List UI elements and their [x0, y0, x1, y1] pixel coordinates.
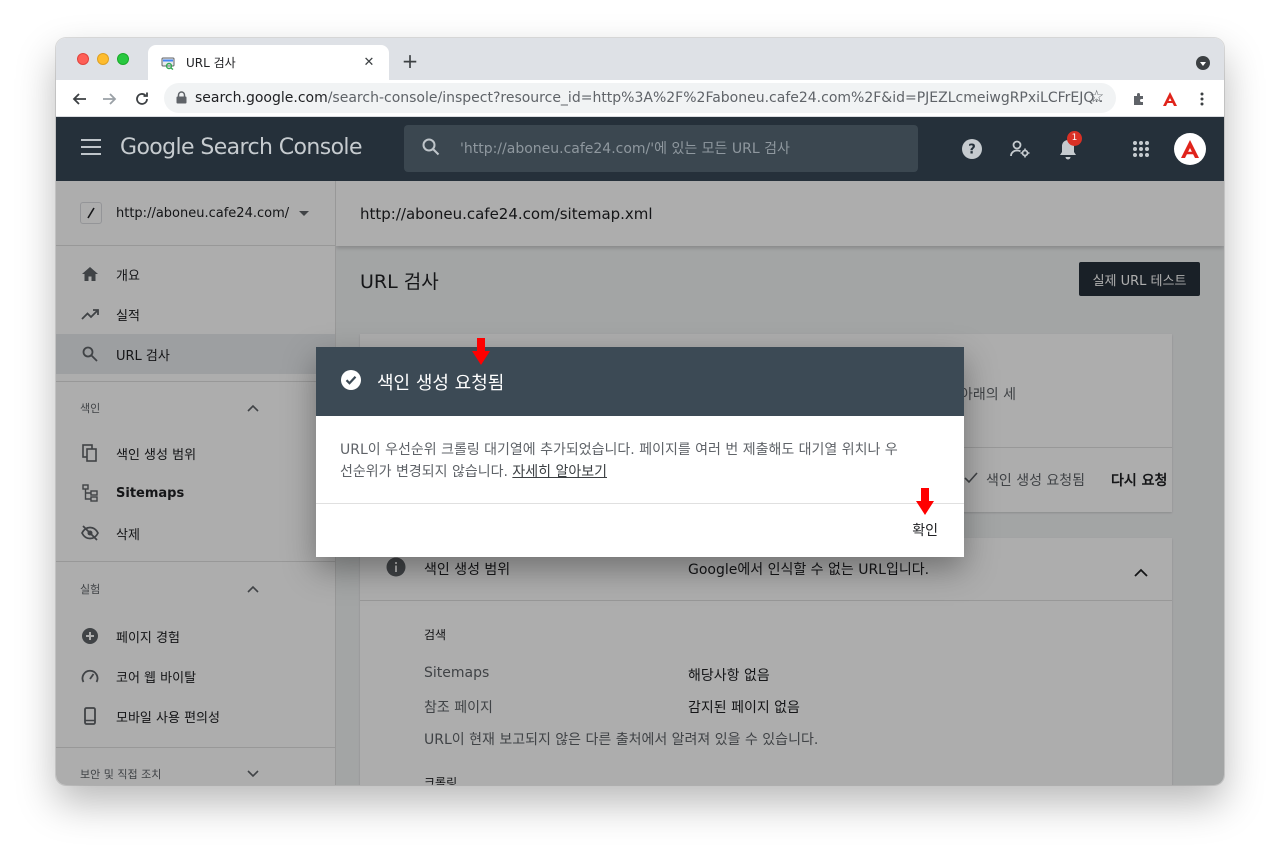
manage-users-icon[interactable] — [1008, 137, 1032, 161]
url-inspect-search[interactable] — [404, 125, 918, 172]
annotation-arrow-icon — [472, 338, 490, 370]
apps-grid-icon[interactable] — [1129, 137, 1153, 161]
tab-strip: URL 검사 ✕ + — [56, 38, 1224, 80]
confirm-button[interactable]: 확인 — [912, 520, 938, 540]
new-tab-button[interactable]: + — [399, 50, 421, 72]
acrobat-extension-icon[interactable] — [1159, 88, 1181, 110]
search-input[interactable] — [460, 140, 900, 157]
forward-icon[interactable] — [99, 88, 121, 110]
browser-menu-icon[interactable] — [1191, 88, 1213, 110]
browser-window: URL 검사 ✕ + search.google.com /search-con… — [56, 38, 1224, 785]
notification-badge: 1 — [1067, 131, 1082, 146]
back-icon[interactable] — [68, 88, 90, 110]
url-host: search.google.com — [195, 90, 328, 106]
search-icon — [422, 138, 440, 160]
dialog-title: 색인 생성 요청됨 — [377, 372, 505, 394]
extensions-puzzle-icon[interactable] — [1128, 88, 1150, 110]
tab-title: URL 검사 — [186, 56, 236, 70]
bookmark-star-icon[interactable]: ☆ — [1089, 87, 1104, 107]
dialog-text-line1: URL이 우선순위 크롤링 대기열에 추가되었습니다. 페이지를 여러 번 제출… — [340, 442, 898, 458]
account-avatar[interactable] — [1174, 133, 1206, 165]
dialog-text-line2: 선순위가 변경되지 않습니다. — [340, 464, 513, 480]
close-window-button[interactable] — [77, 53, 89, 65]
browser-toolbar: search.google.com /search-console/inspec… — [56, 80, 1224, 117]
maximize-window-button[interactable] — [117, 53, 129, 65]
url-path: /search-console/inspect?resource_id=http… — [327, 90, 1104, 106]
tab-close-icon[interactable]: ✕ — [361, 55, 377, 70]
address-bar[interactable]: search.google.com /search-console/inspec… — [164, 83, 1116, 113]
learn-more-link[interactable]: 자세히 알아보기 — [512, 464, 607, 480]
menu-icon[interactable] — [81, 139, 101, 159]
annotation-arrow-icon — [916, 488, 934, 520]
browser-tab[interactable]: URL 검사 ✕ — [148, 45, 389, 80]
tab-search-icon[interactable] — [1196, 56, 1210, 70]
check-circle-icon — [341, 369, 361, 394]
dialog-body: URL이 우선순위 크롤링 대기열에 추가되었습니다. 페이지를 여러 번 제출… — [316, 416, 964, 504]
indexing-requested-dialog: 색인 생성 요청됨 URL이 우선순위 크롤링 대기열에 추가되었습니다. 페이… — [316, 347, 964, 557]
minimize-window-button[interactable] — [97, 53, 109, 65]
reload-icon[interactable] — [131, 88, 153, 110]
app-header: Google Search Console ? 1 — [56, 117, 1224, 181]
help-icon[interactable]: ? — [960, 137, 984, 161]
search-console-logo: Google Search Console — [120, 135, 362, 160]
svg-text:?: ? — [968, 143, 976, 158]
dialog-header: 색인 생성 요청됨 — [316, 347, 964, 416]
search-console-favicon-icon — [160, 55, 176, 71]
lock-icon — [176, 89, 187, 108]
